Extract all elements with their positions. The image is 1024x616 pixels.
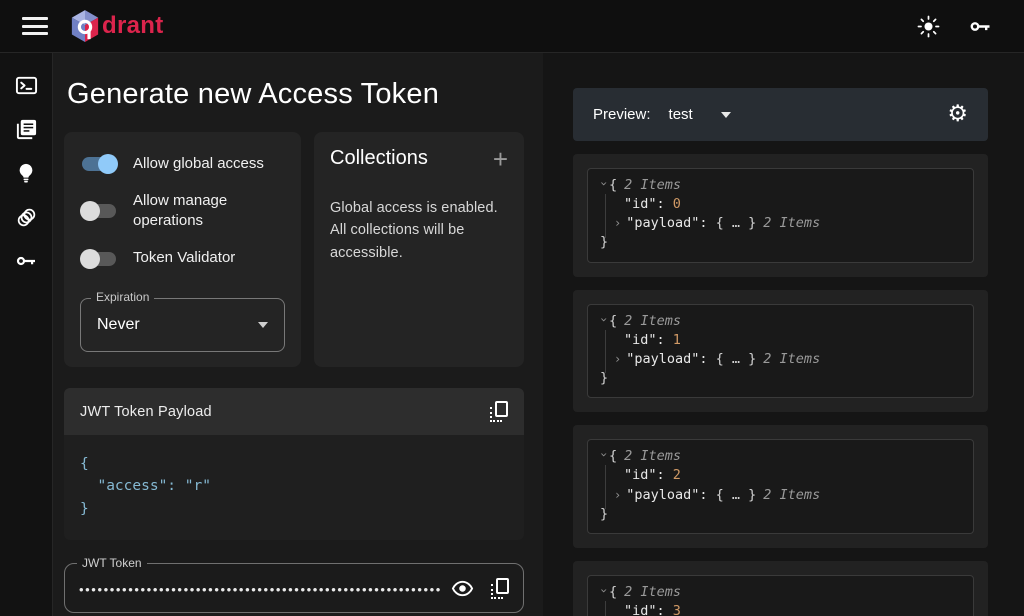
expand-chevron-icon[interactable]: ›	[614, 487, 621, 504]
result-card: ›{2 Items "id": 2 › "payload": { … } 2 Ite…	[573, 425, 988, 548]
json-line-payload: › "payload": { … } 2 Items	[614, 350, 821, 368]
preview-label: Preview:	[593, 106, 651, 123]
expand-chevron-icon[interactable]: ›	[614, 351, 621, 368]
preview-header: Preview: test ⚙	[573, 88, 988, 141]
menu-icon[interactable]	[22, 17, 48, 35]
code-line: "access": "r"	[80, 478, 211, 495]
result-card: ›{2 Items "id": 1 › "payload": { … } 2 Ite…	[573, 289, 988, 413]
jwt-token-field[interactable]: JWT Token ••••••••••••••••••••••••••••••…	[64, 556, 524, 614]
expiration-select[interactable]: Expiration Never	[80, 289, 285, 352]
collections-title: Collections	[330, 147, 428, 169]
sidebar	[0, 53, 53, 616]
sidebar-item-console[interactable]	[14, 73, 38, 97]
token-form-panel: Generate new Access Token Allow global a…	[53, 53, 543, 616]
code-line: {	[80, 456, 89, 472]
json-viewer: ›{2 Items "id": 1 › "payload": { … } 2 Ite…	[587, 303, 974, 399]
show-token-eye-icon[interactable]	[451, 577, 474, 600]
sidebar-item-access-tokens-key[interactable]	[14, 249, 38, 273]
toggle-label: Allow global access	[133, 154, 264, 172]
collapse-chevron-icon[interactable]: ›	[595, 587, 612, 598]
json-line-payload: › "payload": { … } 2 Items	[614, 215, 821, 232]
toggle-label: Token Validator	[133, 249, 236, 267]
json-line-open: ›{2 Items	[597, 176, 961, 195]
id-value: 0	[672, 196, 681, 213]
collapse-chevron-icon[interactable]: ›	[595, 180, 612, 191]
add-collection-icon[interactable]: +	[493, 146, 508, 172]
json-line-close: }	[600, 505, 609, 522]
allow-global-access-switch[interactable]	[80, 153, 118, 175]
id-value: 1	[672, 331, 681, 348]
result-card: ›{2 Items "id": 3 ›"payload": { … }2 Ite…	[573, 560, 988, 616]
preview-panel: Preview: test ⚙ ›{2 Items "id": 0 › "payl…	[543, 53, 1024, 616]
sidebar-item-datasets[interactable]	[14, 205, 38, 229]
toggle-label: Allow manage operations	[133, 192, 228, 230]
json-line-payload: › "payload": { … } 2 Items	[614, 486, 821, 504]
result-card: ›{2 Items "id": 0 › "payload": { … } 2 Ite…	[573, 154, 988, 277]
preview-settings-gear-icon[interactable]: ⚙	[947, 103, 968, 126]
copy-payload-icon[interactable]	[489, 401, 508, 422]
jwt-payload-title: JWT Token Payload	[80, 403, 212, 420]
copy-token-icon[interactable]	[490, 577, 509, 599]
collapse-chevron-icon[interactable]: ›	[595, 451, 612, 462]
json-line-id: "id": 1	[624, 331, 681, 348]
json-line-open: ›{2 Items	[597, 447, 961, 466]
api-key-icon[interactable]	[968, 14, 992, 38]
collections-panel: Collections + Global access is enabled. …	[314, 132, 524, 367]
collections-message: Global access is enabled. All collection…	[330, 200, 498, 261]
jwt-token-masked-value: ••••••••••••••••••••••••••••••••••••••••…	[79, 583, 441, 597]
json-line-close: }	[600, 370, 609, 387]
token-validator-switch[interactable]	[80, 248, 118, 270]
expiration-value: Never	[97, 315, 140, 333]
page-title: Generate new Access Token	[67, 78, 440, 110]
sidebar-item-tutorial-lightbulb[interactable]	[14, 161, 38, 185]
jwt-token-label: JWT Token	[77, 556, 147, 571]
expand-chevron-icon[interactable]: ›	[614, 215, 621, 232]
jwt-payload-panel: JWT Token Payload { "access": "r" }	[64, 388, 524, 541]
json-line-open: ›{2 Items	[597, 312, 961, 331]
collapse-chevron-icon[interactable]: ›	[595, 316, 612, 327]
preview-collection-select[interactable]: test	[669, 106, 731, 123]
code-line: }	[80, 500, 89, 517]
allow-manage-operations-switch[interactable]	[80, 200, 118, 222]
json-viewer: ›{2 Items "id": 3 ›"payload": { … }2 Ite…	[587, 574, 974, 616]
qdrant-logo-icon	[70, 9, 100, 43]
id-value: 3	[672, 603, 681, 616]
qdrant-logo[interactable]: drant	[70, 9, 164, 43]
json-line-id: "id": 3	[600, 602, 961, 616]
json-viewer: ›{2 Items "id": 2 › "payload": { … } 2 Ite…	[587, 439, 974, 534]
expiration-label: Expiration	[91, 289, 155, 304]
top-bar: drant	[0, 0, 1024, 53]
jwt-payload-code: { "access": "r" }	[64, 435, 524, 541]
json-line-close: }	[600, 234, 609, 251]
json-line-id: "id": 2	[624, 467, 681, 484]
id-value: 2	[672, 467, 681, 484]
theme-toggle-sun-icon[interactable]	[916, 14, 940, 38]
json-viewer: ›{2 Items "id": 0 › "payload": { … } 2 Ite…	[587, 168, 974, 263]
sidebar-item-collections[interactable]	[14, 117, 38, 141]
toggle-row-manage-operations: Allow manage operations	[80, 183, 285, 240]
preview-results: ›{2 Items "id": 0 › "payload": { … } 2 Ite…	[573, 154, 988, 616]
toggle-row-token-validator: Token Validator	[80, 240, 285, 278]
brand-text: drant	[102, 12, 164, 39]
json-line-id: "id": 0	[624, 196, 681, 213]
json-line-open: ›{2 Items	[597, 583, 961, 602]
preview-selected-value: test	[668, 106, 693, 123]
chevron-down-icon	[258, 321, 268, 328]
toggle-row-global-access: Allow global access	[80, 145, 285, 183]
token-options-panel: Allow global access Allow manage operati…	[64, 132, 301, 367]
chevron-down-icon	[720, 111, 731, 118]
